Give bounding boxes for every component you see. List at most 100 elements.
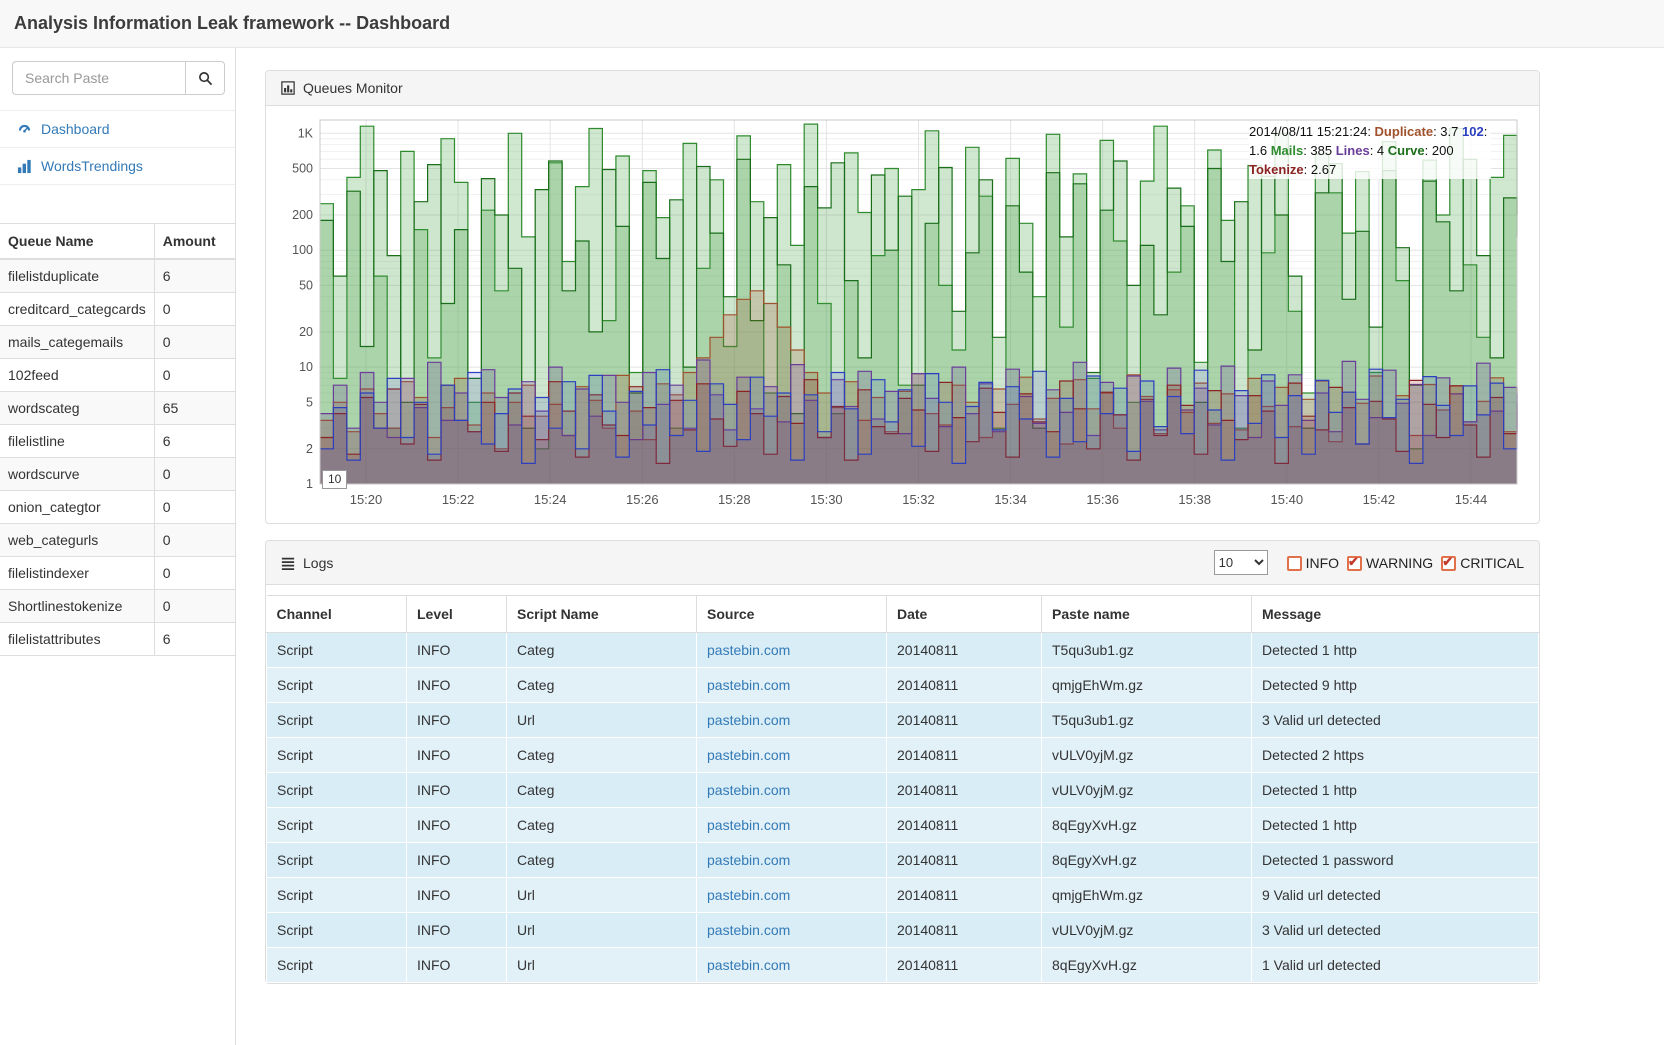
chart-legend: 2014/08/11 15:21:24: Duplicate: 3.7 102:… [1249,122,1491,179]
queue-name-cell: 102feed [0,359,154,392]
queue-amount-cell: 6 [154,425,235,458]
sidebar-item-label: Dashboard [41,121,110,137]
source-link[interactable]: pastebin.com [707,887,790,903]
queue-amount-cell: 0 [154,491,235,524]
queue-name-cell: filelistattributes [0,623,154,656]
log-paste-cell: qmjgEhWm.gz [1042,878,1252,913]
log-channel-cell: Script [267,668,407,703]
log-message-cell: Detected 1 http [1252,773,1539,808]
queue-header-cell: Queue Name [0,224,154,260]
svg-text:500: 500 [292,162,313,176]
log-message-cell: Detected 1 http [1252,808,1539,843]
logs-table: ChannelLevelScript NameSourceDatePaste n… [266,595,1539,983]
logs-header-cell: Source [697,596,887,633]
queue-name-cell: filelistindexer [0,557,154,590]
logs-header-cell: Date [887,596,1042,633]
queue-row: creditcard_categcards0 [0,293,235,326]
legend-entry-mails: Mails: 385 [1271,143,1336,158]
queue-name-cell: web_categurls [0,524,154,557]
filter-label-text: INFO [1306,555,1339,571]
log-row: ScriptINFOCategpastebin.com201408118qEgy… [267,843,1539,878]
sidebar: Dashboard WordsTrendings Queue NameAmoun… [0,48,236,1045]
log-message-cell: 3 Valid url detected [1252,913,1539,948]
svg-text:15:44: 15:44 [1455,492,1488,507]
svg-text:15:42: 15:42 [1363,492,1396,507]
queue-name-cell: Shortlinestokenize [0,590,154,623]
queue-row: 102feed0 [0,359,235,392]
log-paste-cell: vULV0yjM.gz [1042,773,1252,808]
log-channel-cell: Script [267,738,407,773]
log-script-cell: Categ [507,738,697,773]
search-button[interactable] [185,61,225,95]
page-size-select[interactable]: 10 [1214,550,1268,575]
queue-row: onion_categtor0 [0,491,235,524]
log-row: ScriptINFOCategpastebin.com20140811vULV0… [267,738,1539,773]
svg-text:200: 200 [292,208,313,222]
queue-name-cell: wordscateg [0,392,154,425]
log-channel-cell: Script [267,913,407,948]
svg-text:15:28: 15:28 [718,492,751,507]
logs-header-row: ChannelLevelScript NameSourceDatePaste n… [267,596,1539,633]
source-link[interactable]: pastebin.com [707,957,790,973]
panel-title: Queues Monitor [303,80,403,96]
source-link[interactable]: pastebin.com [707,852,790,868]
log-channel-cell: Script [267,633,407,668]
queue-row: filelistattributes6 [0,623,235,656]
queue-name-cell: wordscurve [0,458,154,491]
queue-name-cell: creditcard_categcards [0,293,154,326]
source-link[interactable]: pastebin.com [707,712,790,728]
queue-amount-cell: 0 [154,359,235,392]
sidebar-item-wordstrendings[interactable]: WordsTrendings [0,147,235,185]
log-script-cell: Categ [507,633,697,668]
info-checkbox[interactable] [1287,556,1302,571]
queue-amount-cell: 6 [154,259,235,293]
logs-header-cell: Script Name [507,596,697,633]
warning-checkbox[interactable] [1347,556,1362,571]
source-link[interactable]: pastebin.com [707,747,790,763]
queue-row: mails_categemails0 [0,326,235,359]
log-message-cell: 1 Valid url detected [1252,948,1539,983]
log-level-cell: INFO [407,703,507,738]
log-level-cell: INFO [407,668,507,703]
log-channel-cell: Script [267,843,407,878]
source-link[interactable]: pastebin.com [707,817,790,833]
main-content: Queues Monitor 1251020501002005001K15:20… [236,48,1664,1045]
log-row: ScriptINFOCategpastebin.com201408118qEgy… [267,808,1539,843]
logs-header-cell: Paste name [1042,596,1252,633]
source-link[interactable]: pastebin.com [707,642,790,658]
queues-chart-area: 1251020501002005001K15:2015:2215:2415:26… [266,106,1539,523]
legend-entry-duplicate: Duplicate: 3.7 [1375,124,1462,139]
queue-name-cell: mails_categemails [0,326,154,359]
source-link[interactable]: pastebin.com [707,677,790,693]
queue-amount-cell: 0 [154,557,235,590]
log-script-cell: Categ [507,668,697,703]
queue-row: filelistduplicate6 [0,259,235,293]
search-input[interactable] [12,61,185,95]
queue-amount-cell: 0 [154,326,235,359]
search-icon [198,71,213,86]
log-message-cell: Detected 2 https [1252,738,1539,773]
filter-warning: WARNING [1347,555,1433,571]
svg-text:15:20: 15:20 [350,492,383,507]
log-script-cell: Categ [507,808,697,843]
svg-text:5: 5 [306,395,313,409]
sidebar-item-dashboard[interactable]: Dashboard [0,110,235,147]
queue-name-cell: filelistline [0,425,154,458]
source-link[interactable]: pastebin.com [707,922,790,938]
queue-row: Shortlinestokenize0 [0,590,235,623]
log-level-cell: INFO [407,773,507,808]
source-link[interactable]: pastebin.com [707,782,790,798]
queue-row: wordscurve0 [0,458,235,491]
logs-controls: 10 INFOWARNINGCRITICAL [1214,550,1524,575]
log-paste-cell: T5qu3ub1.gz [1042,703,1252,738]
filter-label-text: WARNING [1366,555,1433,571]
log-message-cell: Detected 9 http [1252,668,1539,703]
log-script-cell: Url [507,703,697,738]
legend-entry-tokenize: Tokenize: 2.67 [1249,162,1336,177]
log-paste-cell: qmjgEhWm.gz [1042,668,1252,703]
log-date-cell: 20140811 [887,633,1042,668]
critical-checkbox[interactable] [1441,556,1456,571]
svg-text:15:26: 15:26 [626,492,659,507]
log-row: ScriptINFOUrlpastebin.com20140811T5qu3ub… [267,703,1539,738]
svg-text:1K: 1K [298,126,314,140]
